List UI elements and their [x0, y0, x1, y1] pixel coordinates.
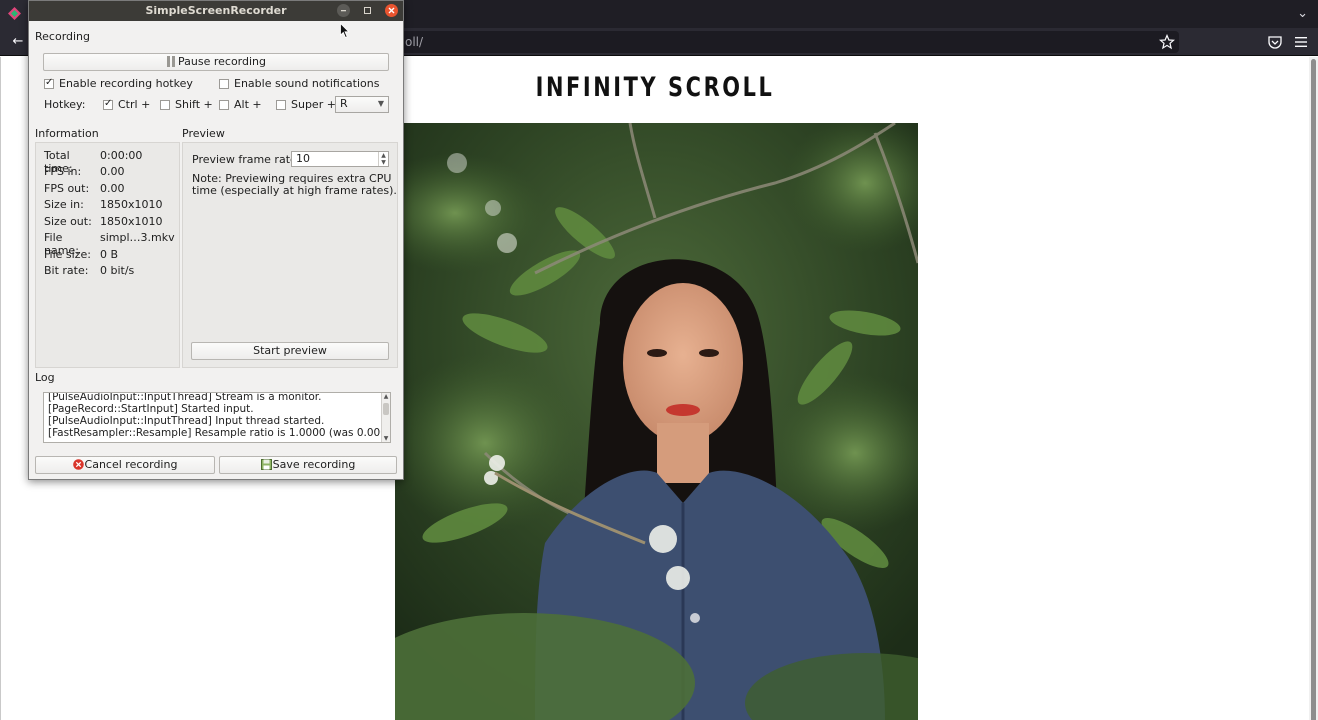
recording-section-label: Recording: [35, 30, 91, 43]
super-label: Super +: [291, 98, 336, 111]
enable-hotkey-label: Enable recording hotkey: [59, 77, 193, 90]
checkbox-box: [219, 99, 229, 110]
pause-recording-label: Pause recording: [178, 55, 266, 68]
frame-rate-value: 10: [296, 152, 310, 165]
scrollbar-thumb[interactable]: [1311, 59, 1316, 720]
pocket-icon[interactable]: [1267, 34, 1283, 50]
preview-section-label: Preview: [182, 127, 225, 140]
maximize-icon: [364, 7, 371, 14]
save-icon: [260, 459, 272, 470]
info-row: Size in: 1850x1010: [44, 198, 163, 211]
minimize-icon: [341, 10, 346, 12]
enable-sound-checkbox[interactable]: Enable sound notifications: [219, 77, 379, 90]
checkbox-box: [44, 77, 54, 89]
checkbox-box: [219, 78, 229, 89]
page-scrollbar[interactable]: [1309, 57, 1318, 720]
cancel-recording-button[interactable]: Cancel recording: [35, 456, 215, 474]
checkbox-box: [160, 99, 170, 110]
frame-rate-label: Preview frame rate:: [192, 153, 301, 166]
preview-panel: Preview frame rate: 10 ▲ ▼ Note: Previewi…: [182, 142, 398, 368]
recorder-window: SimpleScreenRecorder Recording Pause rec…: [28, 0, 404, 480]
app-favicon-icon: [8, 7, 21, 20]
minimize-button[interactable]: [337, 4, 350, 17]
shift-label: Shift +: [175, 98, 213, 111]
pause-recording-button[interactable]: Pause recording: [43, 53, 389, 71]
preview-note-line2: time (especially at high frame rates).: [192, 184, 397, 197]
log-line: [PageRecord::StartInput] Started input.: [48, 403, 254, 415]
ctrl-label: Ctrl +: [118, 98, 151, 111]
star-icon[interactable]: [1159, 34, 1175, 50]
cancel-recording-label: Cancel recording: [84, 458, 178, 471]
log-line: [FastResampler::Resample] Resample ratio…: [48, 427, 391, 439]
log-scrollbar[interactable]: ▲ ▼: [381, 393, 390, 442]
save-recording-button[interactable]: Save recording: [219, 456, 397, 474]
ctrl-checkbox[interactable]: Ctrl +: [103, 98, 150, 111]
back-button[interactable]: ←: [8, 32, 28, 52]
list-all-tabs-icon[interactable]: ⌄: [1297, 6, 1308, 21]
hotkey-label: Hotkey:: [44, 98, 86, 111]
information-panel: Total time: 0:00:00 FPS in: 0.00 FPS out: 0…: [35, 142, 180, 368]
hotkey-key-value: R: [340, 97, 348, 110]
chevron-down-icon: ▼: [377, 99, 384, 108]
address-bar[interactable]: oll/: [395, 31, 1179, 53]
alt-label: Alt +: [234, 98, 262, 111]
page-title: INFINITY SCROLL: [535, 72, 775, 103]
browser-tab[interactable]: [0, 0, 30, 28]
enable-hotkey-checkbox[interactable]: Enable recording hotkey: [44, 77, 193, 90]
log-line: [PulseAudioInput::InputThread] Input thr…: [48, 415, 325, 427]
mouse-pointer-icon: [340, 23, 350, 39]
info-row: FPS out: 0.00: [44, 182, 125, 195]
checkbox-box: [103, 98, 113, 110]
save-recording-label: Save recording: [272, 458, 356, 471]
pause-icon: [167, 56, 175, 67]
hotkey-key-select[interactable]: R ▼: [335, 96, 389, 113]
info-row: Size out: 1850x1010: [44, 215, 163, 228]
alt-checkbox[interactable]: Alt +: [219, 98, 262, 111]
log-textbox[interactable]: [PulseAudioInput::InputThread] Stream is…: [43, 392, 391, 443]
frame-rate-spinbox[interactable]: 10 ▲ ▼: [291, 151, 389, 167]
scroll-up-icon[interactable]: ▲: [382, 393, 390, 400]
info-row: FPS in: 0.00: [44, 165, 125, 178]
maximize-button[interactable]: [361, 4, 374, 17]
spin-arrows-icon[interactable]: ▲ ▼: [378, 152, 388, 166]
close-icon: [388, 7, 395, 14]
enable-sound-label: Enable sound notifications: [234, 77, 380, 90]
log-line: [PulseAudioInput::InputThread] Stream is…: [48, 392, 322, 403]
cancel-icon: [72, 459, 84, 470]
scroll-down-icon[interactable]: ▼: [382, 435, 390, 442]
shift-checkbox[interactable]: Shift +: [160, 98, 213, 111]
portrait-photo: [395, 123, 918, 720]
url-text: oll/: [405, 35, 424, 49]
checkbox-box: [276, 99, 286, 110]
window-titlebar[interactable]: SimpleScreenRecorder: [29, 1, 403, 21]
information-section-label: Information: [35, 127, 99, 140]
info-row: Bit rate: 0 bit/s: [44, 264, 135, 277]
hamburger-menu-icon[interactable]: [1293, 34, 1309, 50]
log-section-label: Log: [35, 371, 55, 384]
info-row: File size: 0 B: [44, 248, 119, 261]
close-button[interactable]: [385, 4, 398, 17]
log-scroll-thumb[interactable]: [383, 403, 389, 415]
start-preview-button[interactable]: Start preview: [191, 342, 389, 360]
super-checkbox[interactable]: Super +: [276, 98, 336, 111]
